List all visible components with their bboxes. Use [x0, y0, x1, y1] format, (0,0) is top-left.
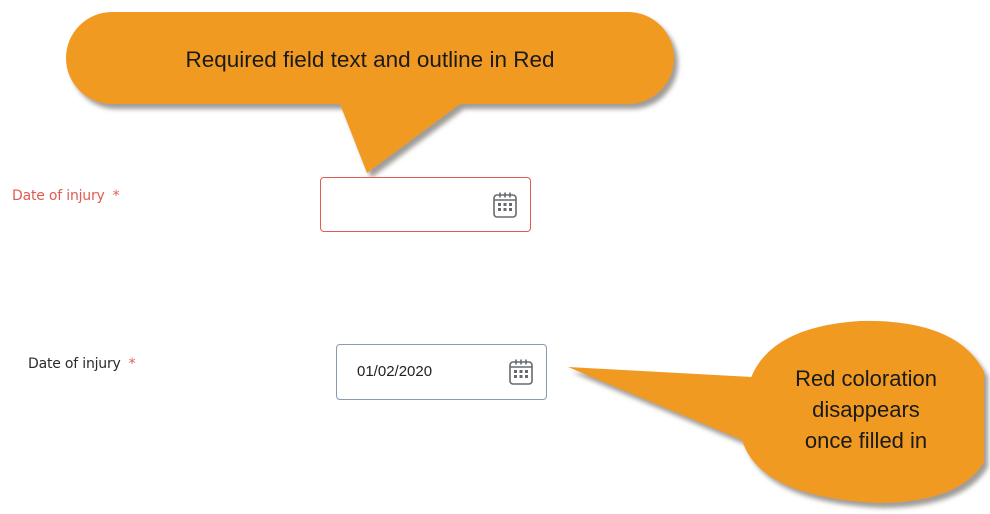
- calendar-icon[interactable]: [508, 358, 534, 386]
- field-label-text: Date of injury: [12, 188, 105, 204]
- required-asterisk: *: [112, 188, 120, 204]
- callout-right-text: Red coloration disappears once filled in: [795, 366, 937, 453]
- date-of-injury-input-filled[interactable]: 01/02/2020: [336, 344, 547, 400]
- calendar-icon[interactable]: [492, 191, 518, 219]
- callout-top-text: Required field text and outline in Red: [185, 47, 555, 72]
- date-of-injury-label: Date of injury *: [28, 356, 136, 372]
- date-value: 01/02/2020: [357, 363, 433, 380]
- annotated-screenshot: Required field text and outline in Red R…: [0, 0, 990, 514]
- required-asterisk: *: [128, 356, 136, 372]
- date-of-injury-label-error: Date of injury *: [12, 188, 120, 204]
- date-of-injury-input-empty[interactable]: [320, 177, 531, 232]
- callout-top-bubble: [66, 12, 674, 173]
- field-label-text: Date of injury: [28, 356, 121, 372]
